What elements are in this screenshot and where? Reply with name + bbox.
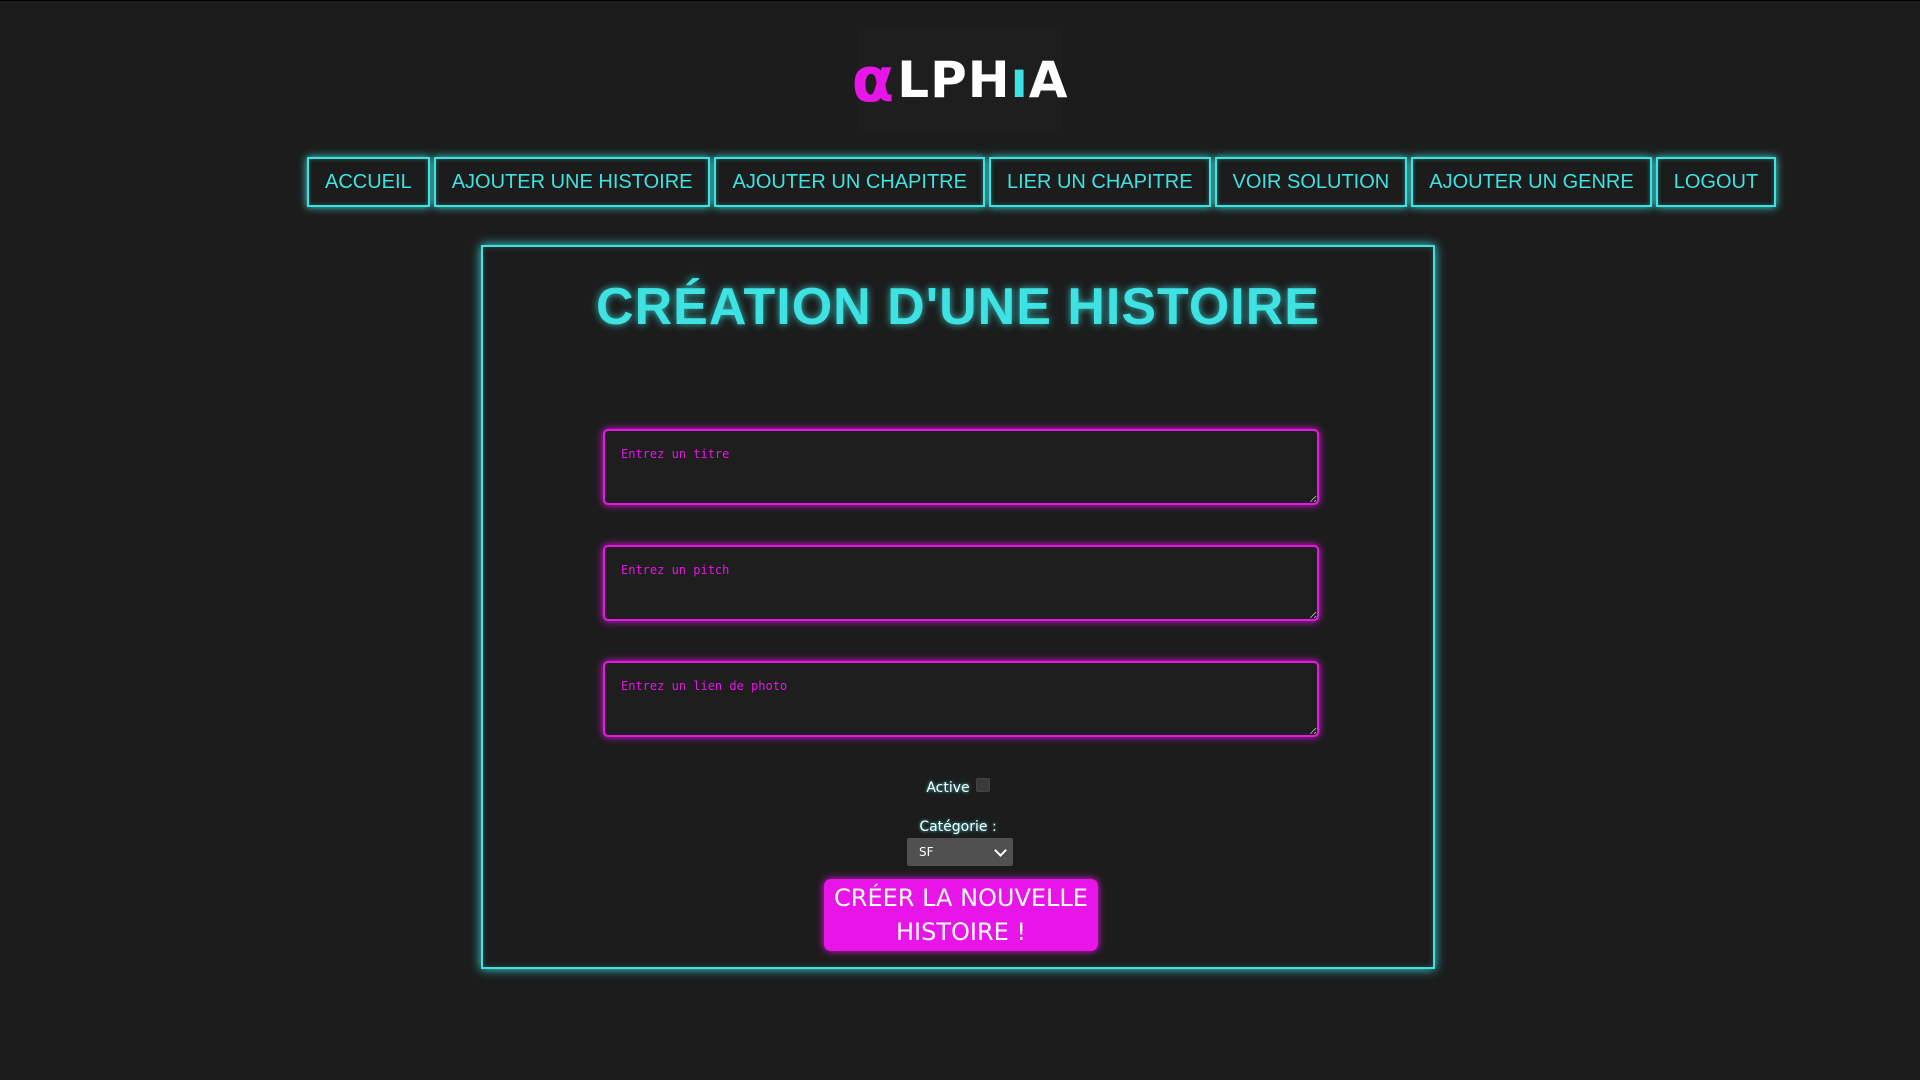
- title-input[interactable]: [603, 429, 1319, 505]
- active-row: Active: [483, 778, 1433, 796]
- nav-lier-chapitre[interactable]: LIER UN CHAPITRE: [988, 157, 1211, 207]
- story-creation-panel: CRÉATION D'UNE HISTOIRE Active Catégorie…: [481, 245, 1435, 969]
- active-checkbox[interactable]: [975, 778, 990, 792]
- logo-end: A: [1028, 51, 1069, 109]
- nav-logout[interactable]: LOGOUT: [1655, 157, 1777, 207]
- chevron-down-icon: [994, 843, 1007, 857]
- category-label: Catégorie :: [919, 819, 997, 835]
- photo-link-input[interactable]: [603, 661, 1319, 737]
- logo-hook: ı: [1010, 51, 1029, 109]
- category-selected-value: SF: [919, 845, 934, 859]
- nav-ajouter-chapitre[interactable]: AJOUTER UN CHAPITRE: [714, 157, 985, 207]
- top-border: [0, 0, 1920, 1]
- nav-ajouter-histoire[interactable]: AJOUTER UNE HISTOIRE: [433, 157, 711, 207]
- active-label: Active: [926, 780, 970, 796]
- nav-ajouter-genre[interactable]: AJOUTER UN GENRE: [1411, 157, 1652, 207]
- page-title: CRÉATION D'UNE HISTOIRE: [596, 278, 1320, 336]
- category-select[interactable]: SF: [907, 838, 1013, 866]
- logo-text: α LPH ı A: [852, 49, 1069, 111]
- pitch-input[interactable]: [603, 545, 1319, 621]
- nav-voir-solution[interactable]: VOIR SOLUTION: [1214, 157, 1408, 207]
- logo[interactable]: α LPH ı A: [852, 30, 1067, 130]
- create-story-button[interactable]: CRÉER LA NOUVELLE HISTOIRE !: [824, 879, 1098, 951]
- main-nav: ACCUEIL AJOUTER UNE HISTOIRE AJOUTER UN …: [307, 157, 1777, 207]
- logo-alpha: α: [851, 43, 896, 116]
- logo-letters: LPH: [897, 51, 1011, 109]
- nav-accueil[interactable]: ACCUEIL: [307, 157, 430, 207]
